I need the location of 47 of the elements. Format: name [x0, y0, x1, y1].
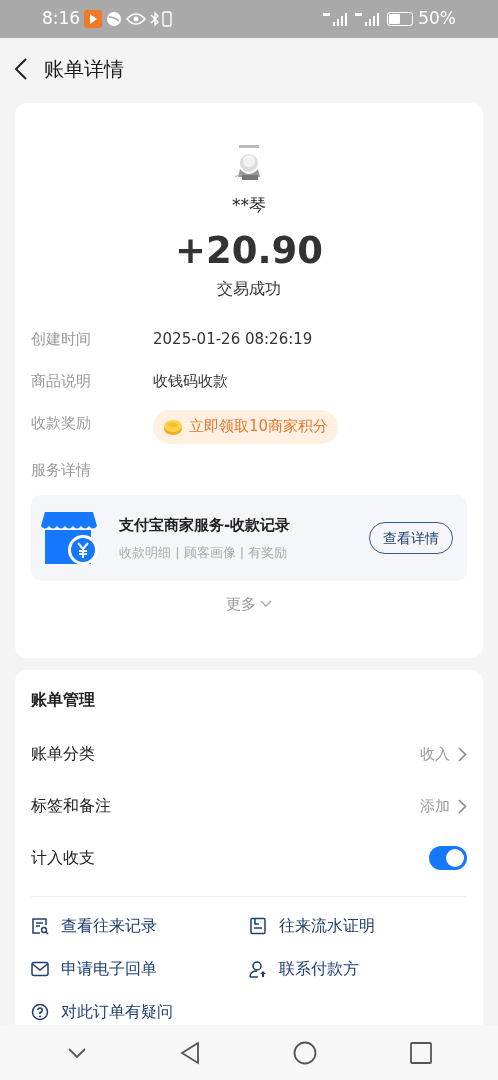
back-icon[interactable]: [179, 1040, 200, 1065]
bluetooth-icon: [150, 11, 161, 27]
detail-label: 商品说明: [31, 370, 92, 392]
chevron-down-icon[interactable]: [66, 1046, 87, 1059]
section-title: 账单管理: [31, 689, 96, 711]
mail-icon: [31, 961, 49, 977]
service-subtitle: 收款明细 | 顾客画像 | 有奖励: [119, 543, 289, 562]
document-search-icon: [31, 917, 49, 935]
document-icon: [249, 917, 267, 935]
battery-icon: [387, 12, 414, 26]
action-link[interactable]: 联系付款方: [249, 952, 467, 986]
detail-value: 2025-01-26 08:26:19: [153, 328, 313, 350]
settings-label: 计入收支: [31, 847, 96, 869]
page-title: 账单详情: [44, 56, 124, 83]
action-link[interactable]: 往来流水证明: [249, 909, 467, 943]
settings-row[interactable]: 标签和备注 添加: [31, 780, 467, 832]
chevron-right-icon: [458, 798, 467, 814]
payer-name: **琴: [232, 194, 266, 217]
signal-icon: [355, 12, 380, 26]
person-icon: [249, 960, 267, 978]
detail-value: 收钱码收款: [153, 370, 228, 392]
chevron-right-icon: [458, 746, 467, 762]
action-link[interactable]: 查看往来记录: [31, 909, 249, 943]
recent-apps-icon[interactable]: [409, 1041, 432, 1064]
action-link[interactable]: 对此订单有疑问: [31, 995, 249, 1029]
service-card[interactable]: 支付宝商家服务-收款记录 收款明细 | 顾客画像 | 有奖励 查看详情: [31, 495, 467, 581]
question-icon: [31, 1003, 49, 1021]
service-title: 支付宝商家服务-收款记录: [119, 515, 292, 536]
settings-row[interactable]: 账单分类 收入: [31, 728, 467, 780]
coin-icon: [163, 417, 183, 436]
detail-label: 收款奖励: [31, 412, 92, 434]
status-time: 8:16: [42, 7, 81, 31]
eye-icon: [126, 12, 147, 26]
back-icon[interactable]: [14, 58, 28, 80]
home-icon[interactable]: [292, 1040, 317, 1065]
detail-label: 创建时间: [31, 328, 92, 350]
phone-vibrate-icon: [162, 11, 173, 27]
app-notification-icon: [84, 10, 103, 28]
signal-icon: [323, 12, 348, 26]
amount-text: +20.90: [174, 227, 323, 274]
transaction-status: 交易成功: [217, 277, 281, 300]
chevron-down-icon: [260, 600, 272, 609]
action-link[interactable]: 申请电子回单: [31, 952, 249, 986]
detail-label: 服务详情: [31, 459, 92, 481]
shop-icon: [41, 510, 99, 566]
battery-percentage: 50%: [418, 7, 456, 31]
toggle-switch[interactable]: [429, 846, 467, 870]
